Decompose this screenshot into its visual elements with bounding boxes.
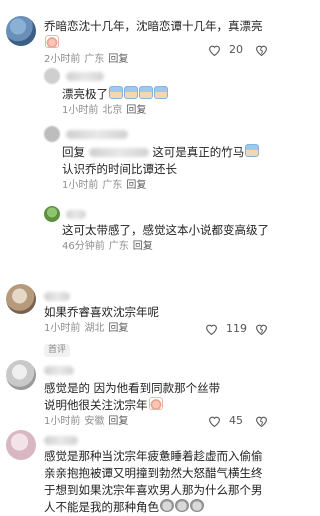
comment-location: 安徽 (84, 416, 105, 427)
avatar[interactable] (6, 430, 36, 460)
emoji-icon (175, 499, 189, 512)
reply-button[interactable]: 回复 (108, 323, 128, 334)
comment-time: 1小时前 (44, 416, 81, 427)
avatar[interactable] (6, 16, 36, 46)
comment-text: 感觉是那种当沈宗年疲惫睡着趁虚而入偷偷亲亲抱抱被谭又明撞到勃然大怒醋气横生终于想… (44, 449, 263, 514)
comment-location: 广东 (84, 54, 105, 65)
reply-button[interactable]: 回复 (133, 241, 153, 252)
username-blurred (44, 436, 78, 445)
dislike-icon[interactable] (255, 323, 268, 335)
comment-meta: 1小时前 安徽 回复 (44, 415, 224, 429)
comment-actions: 119 (205, 322, 268, 335)
avatar[interactable] (44, 126, 60, 142)
first-comment-badge: 首评 (44, 344, 71, 357)
comment-location: 广东 (102, 180, 123, 191)
mention-blurred (88, 148, 149, 157)
dislike-icon[interactable] (255, 415, 268, 427)
avatar[interactable] (44, 68, 60, 84)
comment-time: 1小时前 (44, 323, 81, 334)
comment-text: 回复 这可是真正的竹马 (62, 144, 267, 161)
comment-meta: 1小时前 湖北 回复 (44, 322, 214, 336)
avatar[interactable] (6, 284, 36, 314)
username-blurred (44, 292, 70, 301)
username-blurred (44, 366, 74, 375)
username-blurred (66, 130, 128, 139)
emoji-icon (245, 144, 260, 157)
avatar[interactable] (6, 360, 36, 390)
comment-actions: 45 (208, 414, 268, 427)
comment-location: 湖北 (84, 323, 105, 334)
comment-time: 1小时前 (62, 180, 99, 191)
avatar[interactable] (44, 206, 60, 222)
comment-actions: 20 (208, 43, 268, 56)
emoji-icon (139, 86, 153, 99)
comment-text: 漂亮极了 (62, 86, 262, 103)
heart-icon[interactable] (208, 44, 221, 56)
reply-button[interactable]: 回复 (108, 416, 128, 427)
emoji-icon (109, 86, 123, 99)
reply-button[interactable]: 回复 (126, 180, 146, 191)
reply-button[interactable]: 回复 (108, 54, 128, 65)
username-blurred (66, 210, 86, 219)
blush-emoji-icon (148, 397, 163, 410)
dislike-icon[interactable] (255, 44, 268, 56)
emoji-icon (124, 86, 138, 99)
emoji-icon (160, 499, 174, 512)
emoji-icon (154, 86, 168, 99)
comment-location: 北京 (102, 105, 123, 116)
comment-meta: 1小时前 广东 回复 (62, 179, 267, 193)
like-count: 20 (229, 43, 243, 56)
heart-icon[interactable] (208, 415, 221, 427)
username-blurred (66, 72, 104, 81)
blush-emoji-icon (45, 35, 59, 48)
comment-meta: 46分钟前 广东 回复 (62, 240, 272, 254)
comment-text: 如果乔睿喜欢沈宗年呢 (44, 305, 159, 319)
like-count: 45 (229, 414, 243, 427)
comment-time: 46分钟前 (62, 241, 105, 252)
comment-text-line2: 认识乔的时间比谭还长 (62, 162, 177, 176)
comment-meta: 1小时前 北京 回复 (62, 104, 262, 118)
like-count: 119 (226, 322, 247, 335)
heart-icon[interactable] (205, 323, 218, 335)
comment-text: 感觉是的 因为他看到同款那个丝带 说明他很关注沈宗年 (44, 381, 221, 412)
comment-time: 1小时前 (62, 105, 99, 116)
emoji-icon (190, 499, 204, 512)
comment-location: 广东 (108, 241, 129, 252)
reply-button[interactable]: 回复 (126, 105, 146, 116)
comment-text: 这可太带感了，感觉这本小说都变高级了 (62, 223, 269, 237)
comment-time: 2小时前 (44, 54, 81, 65)
